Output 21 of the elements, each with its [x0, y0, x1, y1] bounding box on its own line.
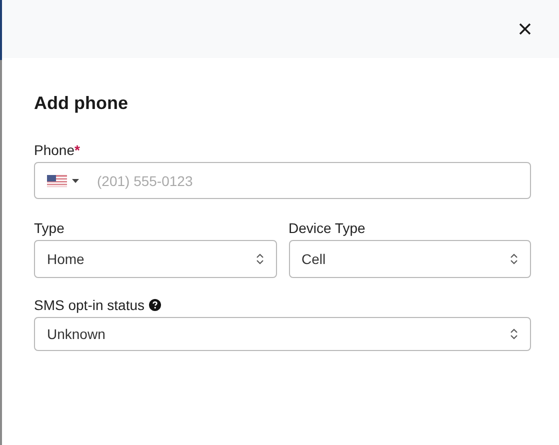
select-field[interactable]: Home [34, 240, 276, 278]
field-label: Device Type [288, 220, 366, 236]
sort-icon [510, 328, 518, 340]
field-label: Type [34, 220, 66, 236]
phone-number-input[interactable]: (201) 555-0123 [97, 172, 518, 188]
select-field[interactable]: Cell [288, 240, 531, 278]
country-picker[interactable] [47, 174, 79, 186]
help-icon[interactable] [148, 299, 160, 311]
select-field[interactable]: Unknown [34, 317, 531, 351]
sort-icon [510, 253, 518, 265]
caret-icon [72, 178, 79, 182]
flag-icon [47, 174, 67, 186]
dialog-title: Add phone [34, 92, 129, 114]
sidebar-edge [0, 0, 2, 60]
close-button[interactable] [517, 21, 533, 37]
field-label: Phone [34, 142, 74, 158]
sort-icon [256, 253, 264, 265]
field-label: SMS opt-in status [34, 297, 144, 313]
close-icon [519, 23, 531, 35]
phone-field[interactable]: (201) 555-0123 [34, 162, 531, 199]
required-mark: * [74, 142, 80, 158]
